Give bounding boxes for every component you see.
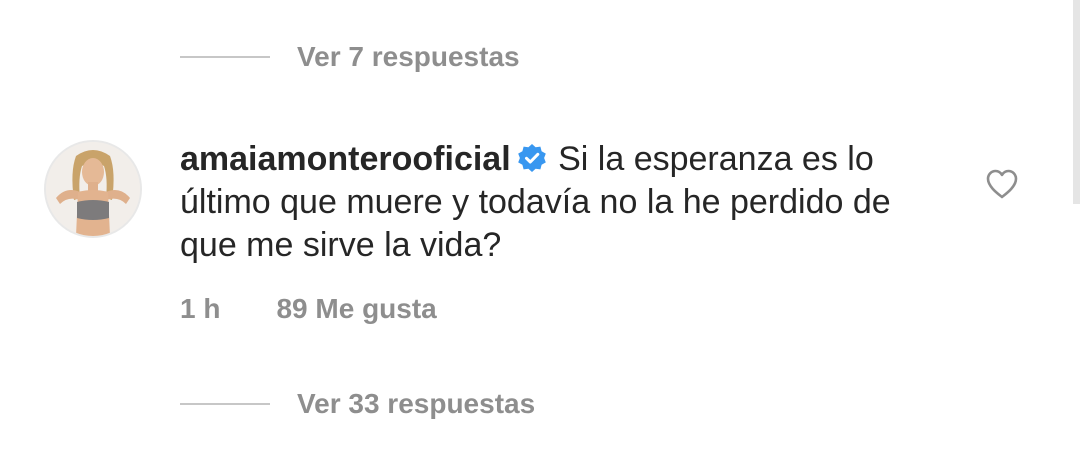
comment-timestamp: 1 h xyxy=(180,293,221,324)
view-replies-button-top[interactable]: Ver 7 respuestas xyxy=(180,38,520,76)
replies-divider-line xyxy=(180,56,270,58)
comment-body: amaiamonterooficial Si la esperanza es l… xyxy=(180,138,930,267)
comment-meta: 1 h 89 Me gusta xyxy=(180,290,437,328)
view-replies-label: Ver 33 respuestas xyxy=(297,388,536,419)
avatar[interactable] xyxy=(44,140,142,238)
avatar-photo xyxy=(46,142,140,236)
view-replies-button-bottom[interactable]: Ver 33 respuestas xyxy=(180,385,535,423)
view-replies-label: Ver 7 respuestas xyxy=(297,41,520,72)
verified-badge-icon xyxy=(517,144,546,172)
replies-divider-line xyxy=(180,403,270,405)
comment-like-count[interactable]: 89 Me gusta xyxy=(276,290,436,328)
scrollbar-track[interactable] xyxy=(1073,0,1080,204)
heart-outline-icon[interactable] xyxy=(985,168,1019,200)
comment-username[interactable]: amaiamonterooficial xyxy=(180,140,511,178)
